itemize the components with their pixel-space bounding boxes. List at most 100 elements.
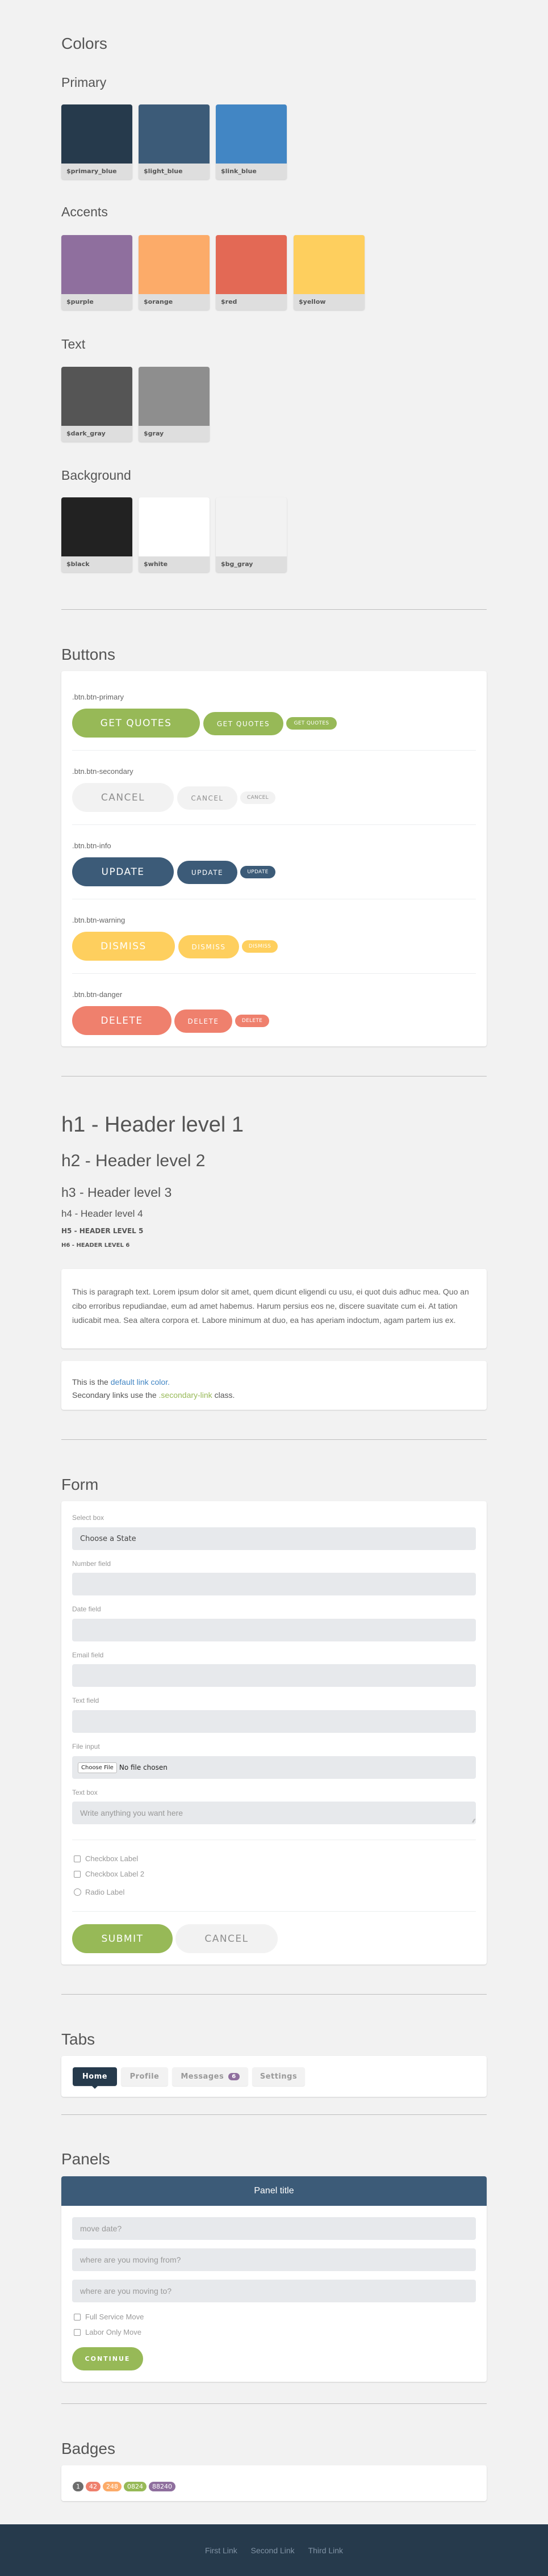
tab-profile[interactable]: Profile [121,2067,168,2086]
tab-settings[interactable]: Settings [252,2067,305,2086]
dismiss-button-medium[interactable]: Dismiss [178,935,239,958]
date-field[interactable] [72,1619,476,1641]
badge: 88240 [149,2482,175,2491]
radio-1[interactable]: Radio Label [74,1888,124,1896]
heading-h3: h3 - Header level 3 [61,1185,172,1200]
checkbox-2[interactable]: Checkbox Label 2 [74,1870,144,1878]
cancel-button-large[interactable]: Cancel [72,783,174,812]
number-field[interactable] [72,1573,476,1595]
heading-h2: h2 - Header level 2 [61,1151,206,1170]
state-select[interactable]: Choose a State [72,1527,476,1550]
text-field[interactable] [72,1710,476,1733]
delete-button-small[interactable]: Delete [235,1015,269,1027]
select-box-label: Select box [72,1514,104,1522]
dismiss-button-small[interactable]: Dismiss [242,940,278,953]
swatch-label: $link_blue [221,167,257,175]
color-chip [61,367,132,426]
badge: 0824 [124,2482,147,2491]
resize-handle-icon[interactable]: ⁄⁄ [473,1818,475,1824]
swatch-label: $purple [66,298,94,305]
email-field-label: Email field [72,1651,104,1659]
delete-button-medium[interactable]: Delete [174,1010,232,1033]
btn-class-label: .btn.btn-info [72,841,111,850]
file-status: No file chosen [119,1764,168,1771]
section-divider [61,1994,487,1995]
swatch-label: $primary_blue [66,167,117,175]
tab-messages[interactable]: Messages 6 [172,2067,248,2086]
moving-from-placeholder: where are you moving from? [80,2255,181,2264]
text-box-label: Text box [72,1788,98,1796]
state-select-value: Choose a State [80,1534,136,1543]
badge: 248 [103,2482,122,2491]
email-field[interactable] [72,1664,476,1687]
links-line2-prefix: Secondary links use the [72,1390,159,1400]
swatch-label: $orange [144,298,173,305]
move-date-input[interactable]: move date? [72,2217,476,2240]
secondary-link[interactable]: .secondary-link [159,1390,212,1400]
color-chip [139,235,210,294]
text-field-label: Text field [72,1697,99,1704]
labor-only-checkbox[interactable]: Labor Only Move [74,2328,141,2336]
submit-button[interactable]: Submit [72,1924,173,1953]
choose-file-button[interactable]: Choose File [78,1762,117,1773]
checkbox-icon[interactable] [74,2328,81,2336]
color-chip [216,497,287,556]
default-link[interactable]: default link color. [111,1377,170,1387]
footer-link-first[interactable]: First Link [205,2546,237,2555]
tab-home[interactable]: Home [73,2067,117,2089]
badges-section-title: Badges [61,2440,115,2457]
swatch-label: $red [221,298,237,305]
text-box[interactable]: Write anything you want here ⁄⁄ [72,1802,476,1824]
row-divider [72,973,476,974]
checkbox-icon[interactable] [74,1855,81,1862]
radio-icon[interactable] [74,1888,81,1896]
moving-from-input[interactable]: where are you moving from? [72,2248,476,2271]
get-quotes-button-large[interactable]: Get Quotes [72,709,200,738]
color-chip [139,367,210,426]
swatch-label: $bg_gray [221,560,253,568]
delete-button-large[interactable]: Delete [72,1006,171,1035]
footer: First Link Second Link Third Link [0,2524,548,2576]
paragraph-text: This is paragraph text. Lorem ipsum dolo… [72,1287,469,1325]
checkbox-label: Checkbox Label [85,1854,139,1863]
tabs-section-title: Tabs [61,2030,95,2048]
update-button-medium[interactable]: Update [177,861,237,884]
file-input: Choose File No file chosen [72,1756,476,1779]
colors-section-title: Colors [61,35,107,52]
checkbox-icon[interactable] [74,1870,81,1878]
row-divider [72,1911,476,1912]
moving-to-input[interactable]: where are you moving to? [72,2280,476,2302]
dismiss-button-large[interactable]: Dismiss [72,932,175,961]
swatch-white: $white [139,497,210,572]
full-service-checkbox[interactable]: Full Service Move [74,2313,144,2321]
color-chip [139,104,210,164]
section-divider [61,2114,487,2115]
get-quotes-button-medium[interactable]: Get Quotes [203,712,283,735]
swatch-dark-gray: $dark_gray [61,367,132,442]
cancel-button-small[interactable]: Cancel [240,791,275,804]
update-button-large[interactable]: Update [72,857,174,886]
footer-link-third[interactable]: Third Link [308,2546,343,2555]
swatch-label: $light_blue [144,167,183,175]
swatch-link-blue: $link_blue [216,104,287,179]
cancel-button-medium[interactable]: Cancel [177,786,237,810]
continue-button[interactable]: Continue [72,2347,143,2370]
get-quotes-button-small[interactable]: Get Quotes [286,717,337,730]
btn-class-label: .btn.btn-primary [72,693,124,701]
heading-h5: H5 - HEADER LEVEL 5 [61,1227,144,1235]
radio-label: Radio Label [85,1888,125,1896]
footer-link-second[interactable]: Second Link [251,2546,295,2555]
swatch-purple: $purple [61,235,132,310]
color-chip [294,235,365,294]
update-button-small[interactable]: Update [240,866,275,878]
checkbox-icon[interactable] [74,2313,81,2321]
form-card: Select box Choose a State Number field D… [61,1501,487,1965]
background-group-title: Background [61,468,131,483]
checkbox-1[interactable]: Checkbox Label [74,1854,138,1863]
buttons-card: .btn.btn-primary Get Quotes Get Quotes G… [61,671,487,1046]
swatch-primary-blue: $primary_blue [61,104,132,179]
cancel-button[interactable]: Cancel [175,1924,278,1953]
move-date-placeholder: move date? [80,2224,122,2233]
text-box-placeholder: Write anything you want here [80,1808,183,1817]
panels-section-title: Panels [61,2150,110,2168]
